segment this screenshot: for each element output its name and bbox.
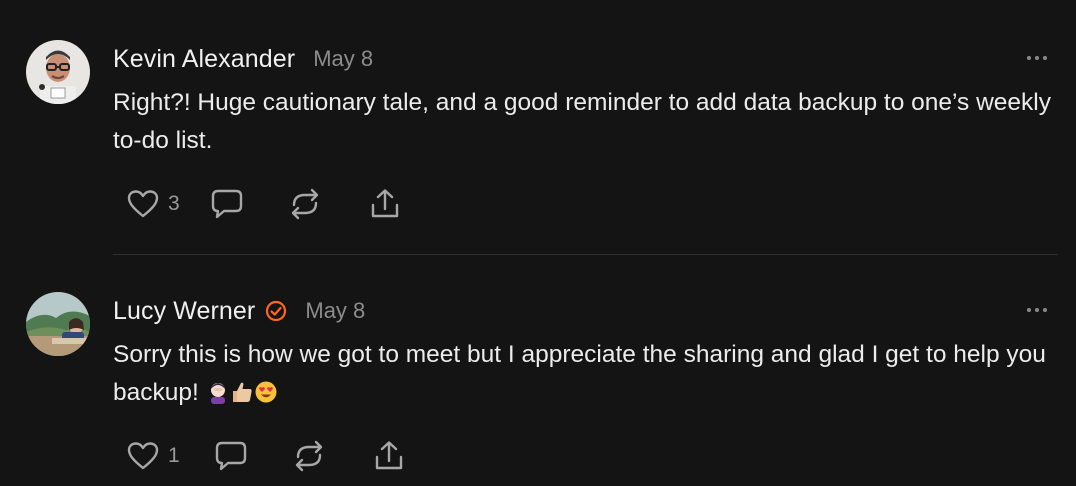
reply-button[interactable] <box>210 188 244 220</box>
speech-bubble-icon <box>211 189 242 219</box>
reply-button[interactable] <box>214 440 248 472</box>
woman-facepalming-emoji <box>206 378 230 416</box>
comment-divider <box>113 254 1058 255</box>
verified-check-icon <box>266 300 287 322</box>
like-count: 1 <box>168 444 180 467</box>
like-button[interactable]: 1 <box>126 441 180 471</box>
share-button[interactable] <box>372 440 406 472</box>
comment-date[interactable]: May 8 <box>305 298 365 324</box>
restack-button[interactable] <box>292 440 326 472</box>
comment-body: Sorry this is how we got to meet but I a… <box>113 336 1063 416</box>
more-options-button[interactable] <box>1024 305 1050 315</box>
restack-icon <box>295 440 322 472</box>
comment-body: Right?! Huge cautionary tale, and a good… <box>113 89 1051 154</box>
share-button[interactable] <box>368 188 402 220</box>
thumbs-up-emoji <box>230 378 254 416</box>
ellipsis-icon <box>1027 308 1031 312</box>
heart-icon <box>127 442 159 470</box>
share-icon <box>375 441 402 470</box>
restack-button[interactable] <box>288 188 322 220</box>
like-button[interactable]: 3 <box>126 189 180 219</box>
avatar[interactable] <box>26 40 90 104</box>
heart-icon <box>127 190 159 218</box>
restack-icon <box>291 188 318 220</box>
comment-actions: 3 <box>126 187 402 221</box>
more-options-button[interactable] <box>1024 53 1050 63</box>
like-count: 3 <box>168 192 180 215</box>
author-name[interactable]: Kevin Alexander <box>113 45 295 74</box>
comment-header: Kevin Alexander May 8 <box>113 42 373 76</box>
avatar[interactable] <box>26 292 90 356</box>
author-name[interactable]: Lucy Werner <box>113 297 255 326</box>
ellipsis-icon <box>1027 56 1031 60</box>
share-icon <box>371 189 398 218</box>
comment-date[interactable]: May 8 <box>313 46 373 72</box>
comment-header: Lucy Werner May 8 <box>113 294 365 328</box>
heart-eyes-emoji <box>254 378 278 416</box>
comment-actions: 1 <box>126 439 406 473</box>
speech-bubble-icon <box>215 441 246 471</box>
